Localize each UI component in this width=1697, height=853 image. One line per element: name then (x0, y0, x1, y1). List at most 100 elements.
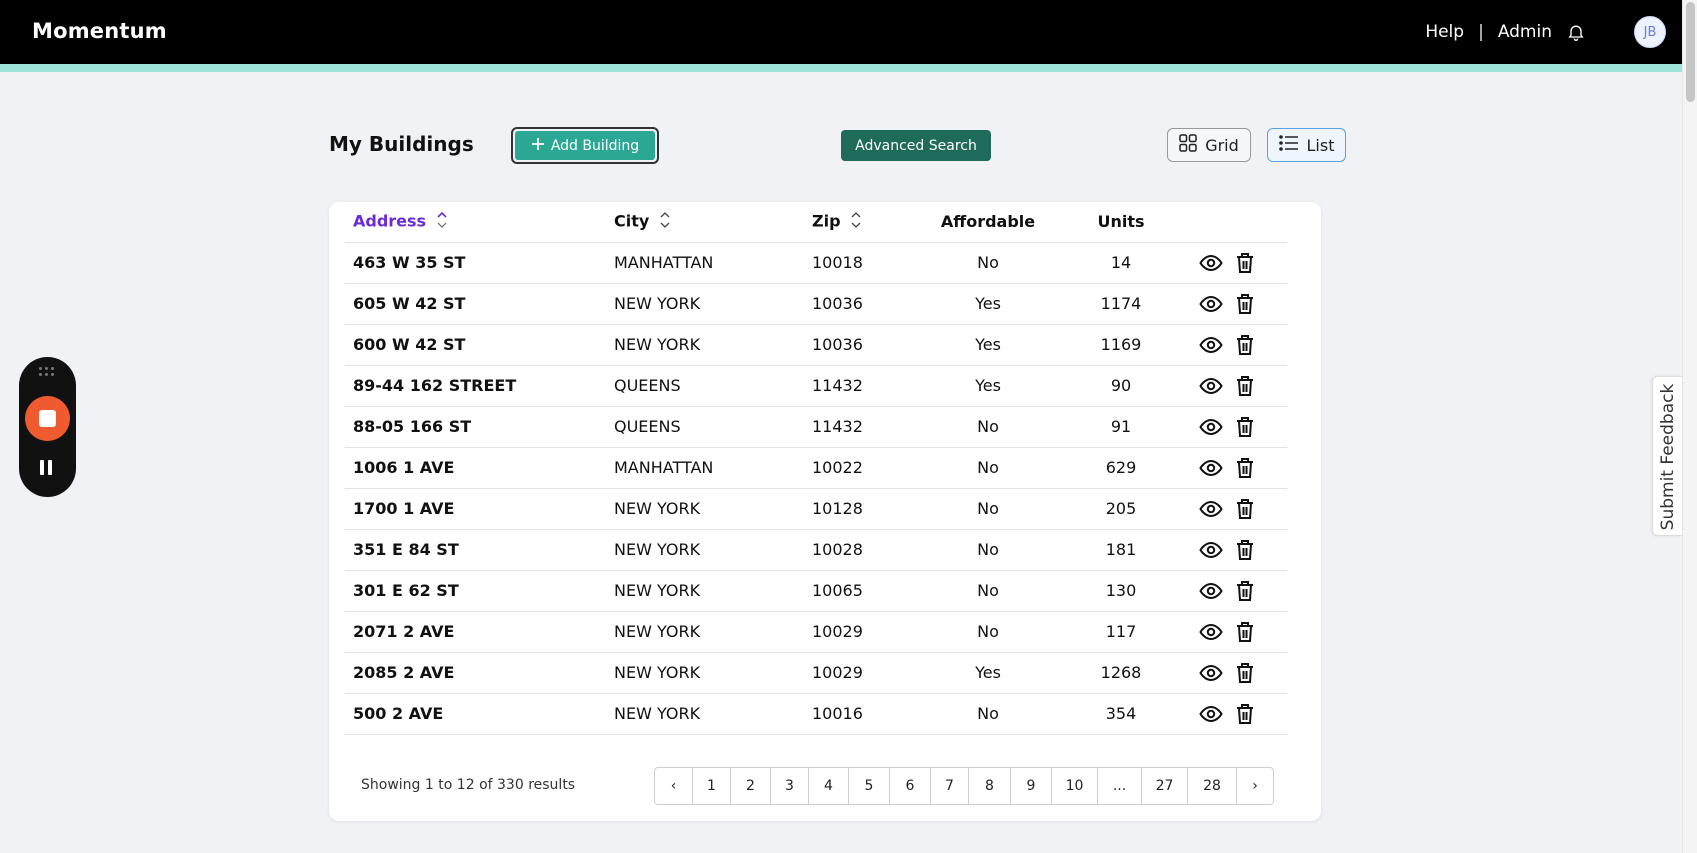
sort-icon[interactable] (659, 210, 671, 234)
view-eye-icon[interactable] (1199, 456, 1223, 480)
pagination-page-6[interactable]: 6 (890, 768, 931, 804)
column-header-city[interactable]: City (606, 202, 804, 243)
table-row[interactable]: 351 E 84 ST NEW YORK 10028 No 181 (345, 529, 1287, 571)
pagination-page-27[interactable]: 27 (1142, 768, 1188, 804)
notification-bell-icon[interactable] (1566, 22, 1586, 42)
cell-city: QUEENS (606, 406, 804, 448)
buildings-table: Address City Zip Affordable Units 463 W … (345, 202, 1287, 735)
page-scrollbar[interactable] (1682, 0, 1697, 853)
delete-trash-icon[interactable] (1233, 579, 1257, 603)
sort-icon[interactable] (850, 210, 862, 234)
table-row[interactable]: 1700 1 AVE NEW YORK 10128 No 205 (345, 488, 1287, 530)
pagination-page-1[interactable]: 1 (693, 768, 731, 804)
cell-affordable: No (925, 570, 1051, 612)
cell-zip: 10028 (804, 529, 925, 571)
column-header-address[interactable]: Address (345, 202, 606, 243)
topbar-accent-strip (0, 64, 1682, 72)
sort-icon[interactable] (436, 210, 448, 234)
delete-trash-icon[interactable] (1233, 415, 1257, 439)
pagination-prev-button[interactable]: ‹ (655, 768, 693, 804)
scrollbar-thumb[interactable] (1686, 2, 1695, 102)
cell-city: NEW YORK (606, 611, 804, 653)
cell-affordable: No (925, 529, 1051, 571)
add-building-label: Add Building (550, 137, 640, 154)
help-link[interactable]: Help (1425, 22, 1464, 42)
view-eye-icon[interactable] (1199, 538, 1223, 562)
table-row[interactable]: 89-44 162 STREET QUEENS 11432 Yes 90 (345, 365, 1287, 407)
view-eye-icon[interactable] (1199, 620, 1223, 644)
stop-icon (39, 410, 56, 427)
pagination: ‹ 1 2 3 4 5 6 7 8 9 10... 27 28 › (654, 767, 1274, 805)
pagination-page-8[interactable]: 8 (969, 768, 1011, 804)
user-avatar[interactable]: JB (1634, 16, 1666, 48)
table-row[interactable]: 600 W 42 ST NEW YORK 10036 Yes 1169 (345, 324, 1287, 366)
pagination-page-10[interactable]: 10 (1052, 768, 1098, 804)
list-view-button[interactable]: List (1267, 128, 1346, 162)
view-eye-icon[interactable] (1199, 661, 1223, 685)
stop-recording-button[interactable] (25, 396, 70, 441)
delete-trash-icon[interactable] (1233, 620, 1257, 644)
cell-address: 600 W 42 ST (345, 324, 606, 366)
table-row[interactable]: 605 W 42 ST NEW YORK 10036 Yes 1174 (345, 283, 1287, 325)
table-row[interactable]: 2085 2 AVE NEW YORK 10029 Yes 1268 (345, 652, 1287, 694)
pagination-page-7[interactable]: 7 (931, 768, 969, 804)
cell-actions (1191, 365, 1287, 407)
delete-trash-icon[interactable] (1233, 497, 1257, 521)
view-eye-icon[interactable] (1199, 292, 1223, 316)
results-from: 1 (424, 777, 434, 793)
page-title: My Buildings (329, 132, 474, 156)
view-eye-icon[interactable] (1199, 251, 1223, 275)
view-eye-icon[interactable] (1199, 497, 1223, 521)
brand-logo[interactable]: Momentum (32, 19, 167, 43)
view-eye-icon[interactable] (1199, 374, 1223, 398)
delete-trash-icon[interactable] (1233, 374, 1257, 398)
cell-units: 90 (1051, 365, 1191, 407)
table-row[interactable]: 1006 1 AVE MANHATTAN 10022 No 629 (345, 447, 1287, 489)
zip-header-label: Zip (812, 211, 841, 231)
cell-city: QUEENS (606, 365, 804, 407)
column-header-actions (1191, 202, 1287, 243)
cell-zip: 10065 (804, 570, 925, 612)
pagination-page-3[interactable]: 3 (771, 768, 809, 804)
submit-feedback-tab[interactable]: Submit Feedback (1652, 376, 1682, 536)
pagination-page-28[interactable]: 28 (1188, 768, 1237, 804)
delete-trash-icon[interactable] (1233, 251, 1257, 275)
delete-trash-icon[interactable] (1233, 456, 1257, 480)
advanced-search-button[interactable]: Advanced Search (841, 130, 991, 161)
add-building-button[interactable]: Add Building (511, 127, 659, 164)
results-of-word: of (479, 777, 493, 793)
table-row[interactable]: 500 2 AVE NEW YORK 10016 No 354 (345, 693, 1287, 735)
list-icon (1278, 135, 1299, 155)
admin-link[interactable]: Admin (1498, 22, 1552, 42)
cell-address: 463 W 35 ST (345, 242, 606, 284)
delete-trash-icon[interactable] (1233, 538, 1257, 562)
drag-handle-icon[interactable] (39, 367, 55, 377)
cell-address: 88-05 166 ST (345, 406, 606, 448)
cell-actions (1191, 693, 1287, 735)
delete-trash-icon[interactable] (1233, 292, 1257, 316)
view-eye-icon[interactable] (1199, 415, 1223, 439)
view-eye-icon[interactable] (1199, 333, 1223, 357)
grid-view-button[interactable]: Grid (1167, 128, 1251, 162)
view-eye-icon[interactable] (1199, 702, 1223, 726)
cell-actions (1191, 447, 1287, 489)
delete-trash-icon[interactable] (1233, 661, 1257, 685)
pagination-next-button[interactable]: › (1237, 768, 1273, 804)
pagination-page-5[interactable]: 5 (849, 768, 890, 804)
top-navbar: Momentum Help | Admin JB (0, 0, 1682, 72)
view-eye-icon[interactable] (1199, 579, 1223, 603)
table-row[interactable]: 88-05 166 ST QUEENS 11432 No 91 (345, 406, 1287, 448)
column-header-zip[interactable]: Zip (804, 202, 925, 243)
cell-affordable: No (925, 611, 1051, 653)
pagination-page-9[interactable]: 9 (1011, 768, 1052, 804)
table-row[interactable]: 301 E 62 ST NEW YORK 10065 No 130 (345, 570, 1287, 612)
delete-trash-icon[interactable] (1233, 702, 1257, 726)
delete-trash-icon[interactable] (1233, 333, 1257, 357)
pagination-page-2[interactable]: 2 (731, 768, 771, 804)
pause-icon[interactable] (40, 460, 54, 475)
table-row[interactable]: 463 W 35 ST MANHATTAN 10018 No 14 (345, 242, 1287, 284)
table-row[interactable]: 2071 2 AVE NEW YORK 10029 No 117 (345, 611, 1287, 653)
pagination-page-4[interactable]: 4 (809, 768, 849, 804)
cell-address: 1700 1 AVE (345, 488, 606, 530)
nav-separator: | (1478, 22, 1484, 42)
